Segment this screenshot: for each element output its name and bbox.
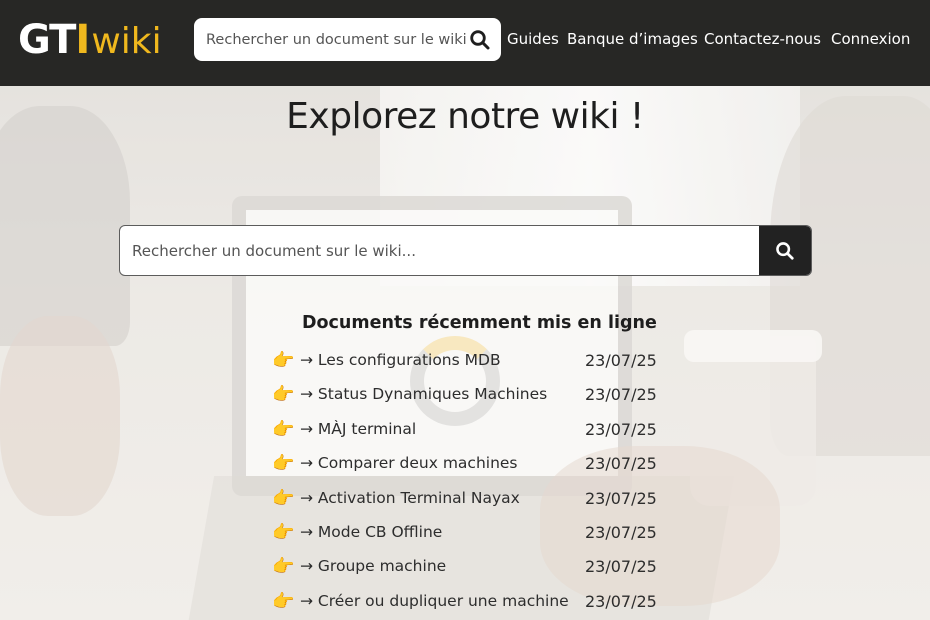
search-icon [470, 30, 490, 50]
recent-document-row: 👉 → Les configurations MDB 23/07/25 [272, 345, 672, 379]
recent-document-date: 23/07/25 [585, 488, 657, 508]
header-search-box [194, 18, 501, 61]
gtiwiki-logo[interactable]: GTI wiki [18, 17, 162, 63]
page-title: Explorez notre wiki ! [286, 96, 644, 137]
recent-document-row: 👉 → MÀJ terminal 23/07/25 [272, 414, 672, 448]
recent-document-date: 23/07/25 [585, 591, 657, 611]
pointing-hand-icon: 👉 [272, 350, 295, 371]
header-search-button[interactable] [469, 29, 491, 51]
nav-guides-link[interactable]: Guides [507, 30, 559, 48]
search-icon [776, 241, 794, 260]
pointing-hand-icon: 👉 [272, 590, 295, 612]
pointing-hand-icon: 👉 [272, 418, 295, 440]
nav-images-link[interactable]: Banque d’images [567, 30, 698, 48]
header-search-input[interactable] [206, 31, 468, 48]
recent-document-link[interactable]: → Créer ou dupliquer une machine [300, 592, 569, 610]
recent-documents-list: 👉 → Les configurations MDB 23/07/25 👉 → Stat… [272, 345, 672, 620]
recent-document-row: 👉 → Activation Terminal Nayax 23/07/25 [272, 483, 672, 517]
recent-document-link[interactable]: → Les configurations MDB [300, 351, 501, 369]
logo-wiki-text: wiki [91, 21, 162, 62]
recent-document-link[interactable]: → Status Dynamiques Machines [300, 385, 547, 403]
recent-document-date: 23/07/25 [585, 522, 657, 542]
pointing-hand-icon: 👉 [272, 453, 295, 475]
recent-document-link[interactable]: → MÀJ terminal [300, 420, 416, 438]
recent-document-row: 👉 → Groupe machine 23/07/25 [272, 551, 672, 585]
logo-gt-text: GT [18, 17, 76, 63]
recent-document-row: 👉 → Mode CB Offline 23/07/25 [272, 517, 672, 551]
main-search-input[interactable] [120, 226, 759, 275]
recent-document-link[interactable]: → Groupe machine [300, 557, 446, 575]
pointing-hand-icon: 👉 [272, 384, 295, 406]
logo-i-text: I [75, 17, 90, 63]
recent-document-date: 23/07/25 [585, 385, 657, 405]
recent-document-row: 👉 → Créer ou dupliquer une machine 23/07/2… [272, 586, 672, 620]
recent-document-link[interactable]: → Mode CB Offline [300, 523, 442, 541]
main-search-box [119, 225, 812, 276]
logo-gti: GTI [18, 17, 90, 63]
recent-document-link[interactable]: → Activation Terminal Nayax [300, 489, 520, 507]
nav-contact-link[interactable]: Contactez-nous [704, 30, 821, 48]
recent-document-link[interactable]: → Comparer deux machines [300, 454, 518, 472]
top-header: GTI wiki Guides Banque d’images Contacte… [0, 0, 930, 86]
recent-document-row: 👉 → Comparer deux machines 23/07/25 [272, 448, 672, 482]
recent-document-date: 23/07/25 [585, 351, 657, 370]
recent-document-date: 23/07/25 [585, 454, 657, 474]
main-search-button[interactable] [759, 226, 811, 275]
nav-login-link[interactable]: Connexion [831, 30, 910, 48]
pointing-hand-icon: 👉 [272, 487, 295, 509]
recent-document-row: 👉 → Status Dynamiques Machines 23/07/25 [272, 379, 672, 413]
recent-documents-heading: Documents récemment mis en ligne [302, 313, 657, 333]
recent-document-date: 23/07/25 [585, 557, 657, 577]
recent-document-date: 23/07/25 [585, 419, 657, 439]
pointing-hand-icon: 👉 [272, 521, 295, 543]
pointing-hand-icon: 👉 [272, 556, 295, 578]
